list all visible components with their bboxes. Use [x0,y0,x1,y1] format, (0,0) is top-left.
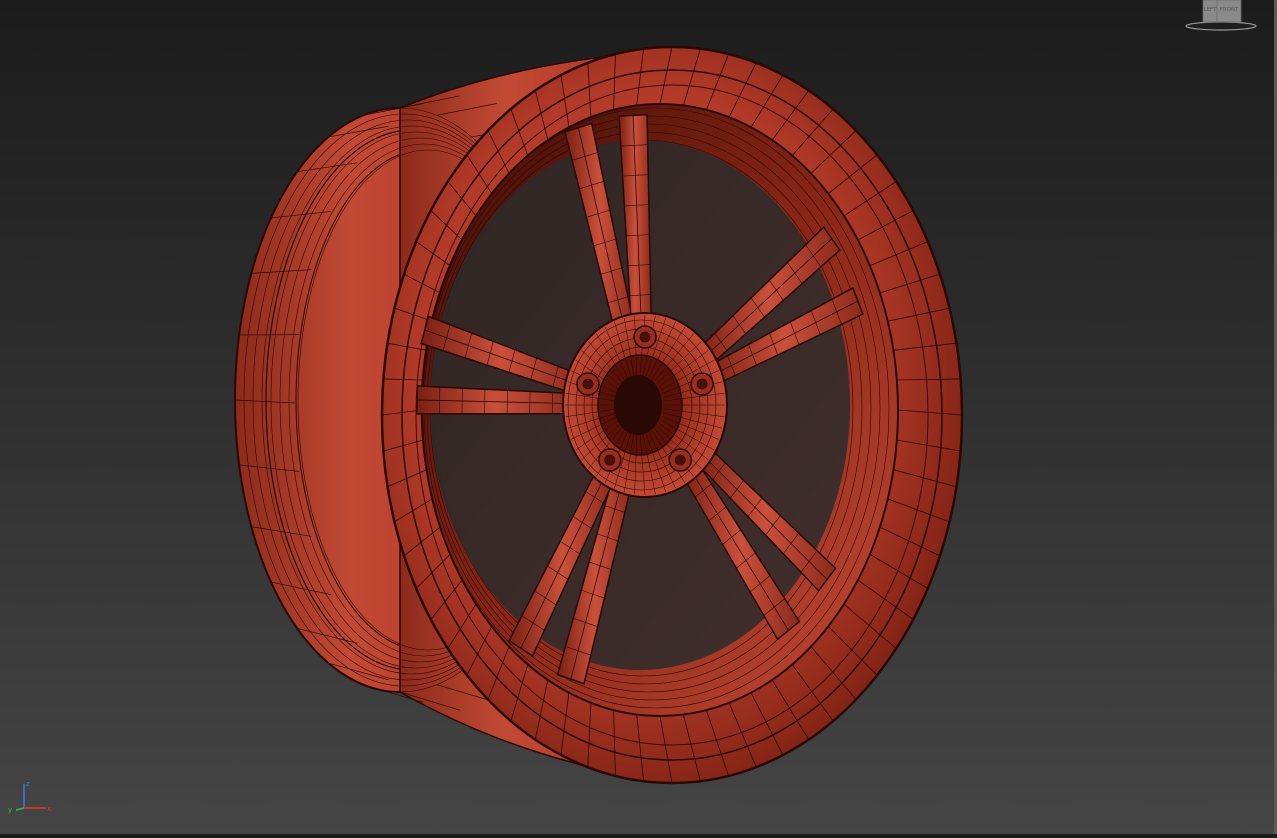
axis-tripod-icon: z y x [4,776,56,820]
wheel-hub [563,313,727,497]
lug-nut-hole [605,455,615,465]
viewcube-icon[interactable]: LEFT FRONT [1183,0,1259,32]
lug-nut-hole [640,332,650,342]
y-axis [16,808,24,810]
lug-nut-hole [697,379,707,389]
viewcube-front-label[interactable]: FRONT [1220,7,1239,13]
x-axis-label: x [47,805,51,813]
viewport-canvas[interactable]: LEFT FRONT z y x [0,0,1277,834]
z-axis-label: z [26,780,30,788]
y-axis-label: y [8,806,12,814]
lug-nut-hole [583,379,593,389]
lug-nut-hole [675,455,685,465]
viewcube-compass-ring[interactable] [1186,22,1256,30]
viewcube-left-label[interactable]: LEFT [1204,7,1218,13]
wheel-model[interactable] [0,0,1277,834]
